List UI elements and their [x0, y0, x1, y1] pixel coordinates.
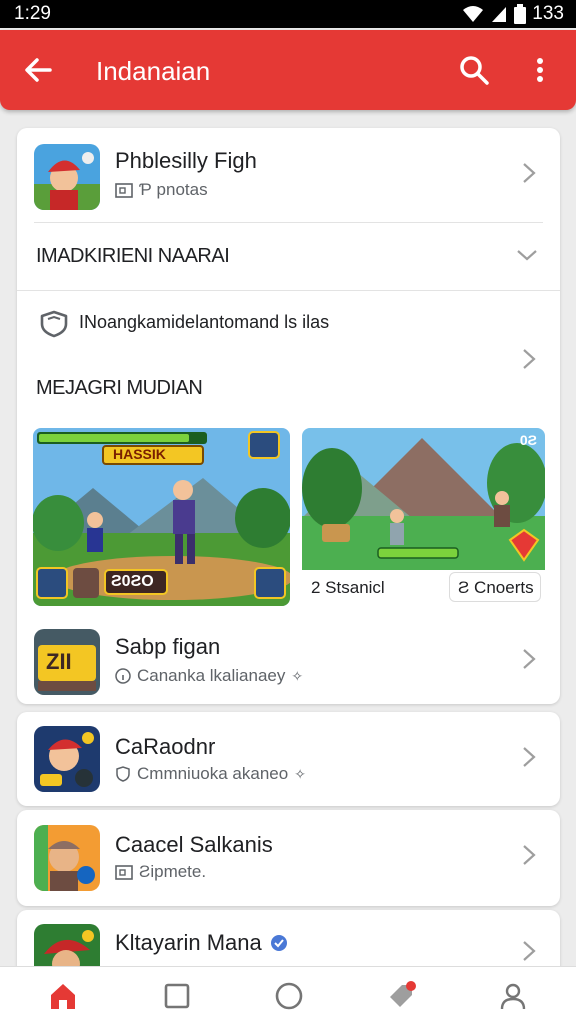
app-title: Kltayarin Mana: [115, 930, 262, 955]
notice-text: INoangkamidelantomand ls ilas: [79, 312, 330, 332]
hud-banner-text: HASSIK: [113, 446, 166, 462]
featured-app-subtitle-text: Ƥ pnotas: [139, 180, 208, 199]
app-row-sabp[interactable]: ZII Sabp figan Canankа lkalianaey ✧: [17, 614, 560, 704]
app-icon: ZII: [34, 629, 100, 695]
more-vert-icon[interactable]: [528, 54, 552, 86]
app-bar-title: Indanaian: [96, 56, 211, 86]
tag-icon[interactable]: [386, 981, 416, 1011]
screenshot-right-button[interactable]: Ƨ Cnoerts: [449, 572, 541, 602]
app-subtitle: Canankа lkalianaey ✧: [115, 666, 303, 686]
chevron-right-icon: [523, 649, 536, 669]
main-card: Phblesilly Figh Ƥ pnotas IMADKIRIENI NAA…: [17, 128, 560, 704]
chevron-right-icon[interactable]: [520, 348, 538, 370]
app-card-caraodnr[interactable]: CaRaodnr Cmmniuoka akaneo ✧: [17, 712, 560, 806]
app-icon: [34, 825, 100, 891]
app-title: Sabp figan: [115, 634, 221, 659]
app-icon-text: ZII: [46, 649, 72, 674]
app-bar: Indanaian: [0, 30, 576, 110]
section-one-title: IMADKIRIENI NAARAI: [36, 245, 230, 267]
app-title-row: Kltayarin Mana: [115, 930, 288, 956]
app-card-caacel[interactable]: Caacel Salkanis Ƨipmete.: [17, 810, 560, 906]
chevron-down-icon[interactable]: [516, 246, 538, 264]
screenshot-right-button-label: Ƨ Cnoerts: [458, 578, 534, 597]
app-icon: [34, 726, 100, 792]
sparkle-icon: ✧: [294, 765, 306, 782]
chevron-right-icon: [523, 747, 536, 767]
square-icon[interactable]: [162, 981, 192, 1011]
app-subtitle-text: Canankа lkalianaey: [137, 666, 286, 685]
app-icon: [34, 144, 100, 210]
circle-icon[interactable]: [274, 981, 304, 1011]
screenshot-icon: [115, 183, 133, 198]
battery-level: 133: [532, 3, 564, 24]
featured-app-title: Phblesilly Figh: [115, 148, 257, 173]
wifi-icon: [463, 6, 484, 22]
status-time: 1:29: [14, 3, 51, 24]
app-title: CaRaodnr: [115, 734, 216, 759]
notice-row[interactable]: INoangkamidelantomand ls ilas: [17, 298, 560, 348]
signal-icon: [492, 7, 507, 22]
search-icon[interactable]: [458, 54, 490, 86]
status-bar: 1:29 133: [0, 0, 576, 28]
battery-icon: [514, 4, 527, 24]
chevron-right-icon: [523, 845, 536, 865]
screenshot-right[interactable]: 0Ƨ 2 Stsanicl Ƨ Cnoerts: [302, 428, 545, 606]
divider: [34, 222, 543, 223]
sparkle-icon: ✧: [291, 667, 304, 684]
shield-icon: [40, 310, 68, 338]
divider: [17, 290, 560, 291]
app-subtitle-text: Ƨipmete.: [139, 862, 207, 881]
back-arrow-icon[interactable]: [22, 54, 54, 86]
section-two-title: MEJAGRI MUDIAN: [36, 377, 203, 399]
app-title: Caacel Salkanis: [115, 832, 273, 857]
counter-text: 0Ƨ: [519, 432, 537, 448]
screenshot-left[interactable]: HASSIK Ƨ0ƧO: [33, 428, 290, 606]
screenshot-right-label: 2 Stsanicl: [311, 578, 385, 597]
chevron-right-icon: [523, 163, 536, 183]
app-subtitle: Ƨipmete.: [115, 862, 206, 882]
featured-app-row[interactable]: Phblesilly Figh Ƥ pnotas: [17, 128, 560, 218]
account-icon[interactable]: [498, 981, 528, 1011]
verified-badge-icon: [270, 935, 287, 951]
shield-small-icon: [116, 766, 130, 782]
score-text: Ƨ0ƧO: [111, 573, 154, 590]
chevron-right-icon: [523, 941, 536, 961]
app-subtitle-text: Cmmniuoka akaneo: [137, 764, 289, 783]
info-icon: [115, 668, 131, 684]
bottom-navigation: [0, 966, 576, 1024]
app-subtitle: Cmmniuoka akaneo ✧: [115, 764, 306, 784]
home-icon[interactable]: [48, 981, 78, 1011]
screenshot-icon: [115, 865, 133, 880]
featured-app-subtitle: Ƥ pnotas: [115, 180, 208, 200]
